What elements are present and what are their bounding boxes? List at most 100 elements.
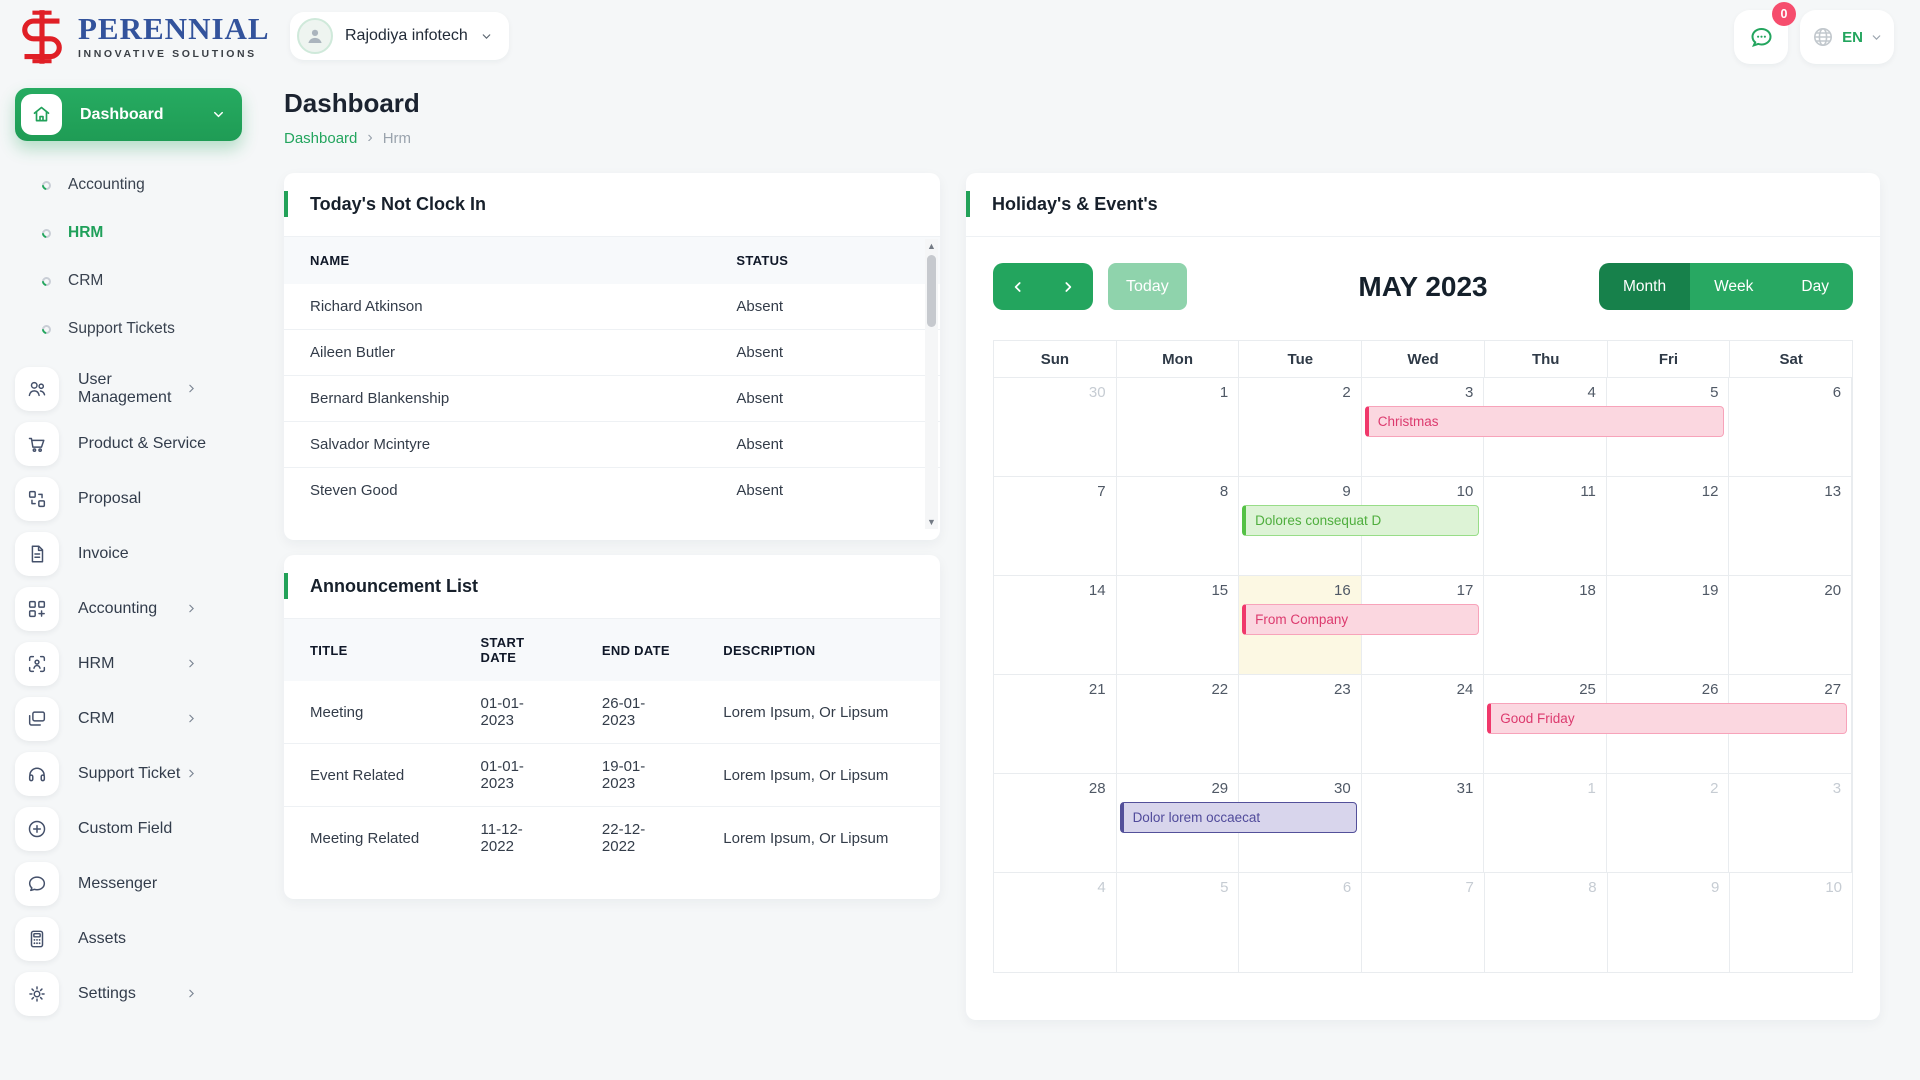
- day-number: 10: [1457, 483, 1474, 500]
- column-header: NAME: [284, 237, 710, 284]
- calendar-cell[interactable]: 28: [994, 774, 1117, 873]
- calendar-cell[interactable]: 31: [1362, 774, 1485, 873]
- calendar-cell[interactable]: 19: [1607, 576, 1730, 675]
- page-title: Dashboard: [284, 88, 1880, 119]
- day-number: 13: [1824, 483, 1841, 500]
- announcement-table: TITLESTART DATEEND DATEDESCRIPTION Meeti…: [284, 619, 940, 869]
- scroll-down-icon[interactable]: ▼: [927, 515, 936, 529]
- sidebar-item-dashboard[interactable]: Dashboard: [15, 88, 242, 141]
- calendar-next-button[interactable]: [1043, 263, 1093, 310]
- calendar-today-button[interactable]: Today: [1108, 263, 1187, 310]
- invoice-icon: [15, 532, 59, 576]
- sidebar-item-accounting[interactable]: Accounting: [0, 581, 258, 636]
- sidebar: Dashboard AccountingHRMCRMSupport Ticket…: [0, 74, 258, 1080]
- sidebar-item-label: Accounting: [78, 600, 185, 618]
- day-number: 2: [1342, 384, 1350, 401]
- gear-icon: [15, 972, 59, 1016]
- language-selector[interactable]: EN: [1800, 10, 1894, 64]
- sidebar-item-product-service[interactable]: Product & Service: [0, 416, 258, 471]
- calendar-cell[interactable]: 4: [994, 873, 1117, 972]
- calendar-cell[interactable]: 8: [1485, 873, 1608, 972]
- calendar-cell[interactable]: 14: [994, 576, 1117, 675]
- calendar-cell[interactable]: 22: [1117, 675, 1240, 774]
- sidebar-item-label: Proposal: [78, 490, 258, 508]
- table-scrollbar[interactable]: ▲ ▼: [925, 239, 938, 529]
- scroll-thumb[interactable]: [927, 255, 936, 327]
- sidebar-item-hrm[interactable]: HRM: [0, 636, 258, 691]
- calendar-event[interactable]: Good Friday: [1487, 703, 1847, 734]
- sidebar-item-invoice[interactable]: Invoice: [0, 526, 258, 581]
- calendar-cell[interactable]: 8: [1117, 477, 1240, 576]
- day-header-sun: Sun: [994, 341, 1117, 378]
- day-number: 30: [1089, 384, 1106, 401]
- day-number: 2: [1710, 780, 1718, 797]
- sidebar-subitem-accounting[interactable]: Accounting: [0, 161, 258, 209]
- sidebar-menu: User ManagementProduct & Service Proposal…: [0, 361, 258, 1021]
- scroll-up-icon[interactable]: ▲: [927, 239, 936, 253]
- calendar-cell[interactable]: 10: [1730, 873, 1852, 972]
- calendar-cell[interactable]: 2: [1239, 378, 1362, 477]
- sidebar-item-user-management[interactable]: User Management: [0, 361, 258, 416]
- holidays-events-card: Holiday's & Event's: [966, 173, 1880, 1020]
- calendar-cell[interactable]: 24: [1362, 675, 1485, 774]
- table-row: Bernard BlankenshipAbsent: [284, 376, 940, 422]
- notification-badge: 0: [1772, 2, 1796, 26]
- calendar-view-week-button[interactable]: Week: [1690, 263, 1777, 310]
- calendar-event[interactable]: From Company: [1242, 604, 1479, 635]
- cart-icon: [15, 422, 59, 466]
- calendar-cell[interactable]: 23: [1239, 675, 1362, 774]
- calendar-view-switcher: MonthWeekDay: [1599, 263, 1853, 310]
- sidebar-item-crm[interactable]: CRM: [0, 691, 258, 746]
- sidebar-subitem-crm[interactable]: CRM: [0, 257, 258, 305]
- calendar-cell[interactable]: 11: [1484, 477, 1607, 576]
- chevron-right-icon: [185, 767, 198, 780]
- calendar-cell[interactable]: 6: [1729, 378, 1852, 477]
- calendar-event[interactable]: Dolor lorem occaecat: [1120, 802, 1357, 833]
- calendar-grid: SunMonTueWedThuFriSat 30123456Christmas7…: [993, 340, 1853, 973]
- table-cell: Absent: [710, 284, 940, 330]
- calendar-cell[interactable]: 13: [1729, 477, 1852, 576]
- sidebar-item-settings[interactable]: Settings: [0, 966, 258, 1021]
- calendar-cell[interactable]: 2: [1607, 774, 1730, 873]
- calendar-cell[interactable]: 20: [1729, 576, 1852, 675]
- calendar-cell[interactable]: 15: [1117, 576, 1240, 675]
- calendar-cell[interactable]: 7: [994, 477, 1117, 576]
- sidebar-subitem-hrm[interactable]: HRM: [0, 209, 258, 257]
- calendar-prev-button[interactable]: [993, 263, 1043, 310]
- table-cell: Lorem Ipsum, Or Lipsum: [697, 807, 940, 870]
- calendar-cell[interactable]: 6: [1239, 873, 1362, 972]
- table-row: Meeting Related11-12-202222-12-2022Lorem…: [284, 807, 940, 870]
- company-selector[interactable]: Rajodiya infotech: [290, 12, 509, 60]
- calendar-cell[interactable]: 30: [994, 378, 1117, 477]
- calendar-cell[interactable]: 3: [1729, 774, 1852, 873]
- sidebar-subitem-label: Accounting: [68, 176, 145, 194]
- sidebar-item-custom-field[interactable]: Custom Field: [0, 801, 258, 856]
- sidebar-item-support-ticket[interactable]: Support Ticket: [0, 746, 258, 801]
- column-header: START DATE: [455, 619, 576, 681]
- sidebar-subitem-support-tickets[interactable]: Support Tickets: [0, 305, 258, 353]
- day-number: 7: [1466, 879, 1474, 896]
- day-number: 1: [1588, 780, 1596, 797]
- sidebar-item-assets[interactable]: Assets: [0, 911, 258, 966]
- calendar-cell[interactable]: 7: [1362, 873, 1485, 972]
- sidebar-item-messenger[interactable]: Messenger: [0, 856, 258, 911]
- day-header-mon: Mon: [1117, 341, 1240, 378]
- users-icon: [15, 367, 59, 411]
- day-number: 11: [1580, 483, 1596, 500]
- calendar-cell[interactable]: 12: [1607, 477, 1730, 576]
- breadcrumb-dashboard[interactable]: Dashboard: [284, 130, 357, 147]
- calendar-cell[interactable]: 21: [994, 675, 1117, 774]
- calendar-event[interactable]: Dolores consequat D: [1242, 505, 1479, 536]
- calendar-view-day-button[interactable]: Day: [1777, 263, 1853, 310]
- messages-button[interactable]: 0: [1734, 10, 1788, 64]
- sidebar-item-proposal[interactable]: Proposal: [0, 471, 258, 526]
- calendar-cell[interactable]: 5: [1117, 873, 1240, 972]
- calendar-cell[interactable]: 1: [1117, 378, 1240, 477]
- calendar-cell[interactable]: 18: [1484, 576, 1607, 675]
- calendar-view-month-button[interactable]: Month: [1599, 263, 1690, 310]
- table-cell: Lorem Ipsum, Or Lipsum: [697, 681, 940, 744]
- calendar-cell[interactable]: 9: [1608, 873, 1731, 972]
- calendar-event[interactable]: Christmas: [1365, 406, 1725, 437]
- calendar-cell[interactable]: 1: [1484, 774, 1607, 873]
- table-cell: 26-01-2023: [576, 681, 697, 744]
